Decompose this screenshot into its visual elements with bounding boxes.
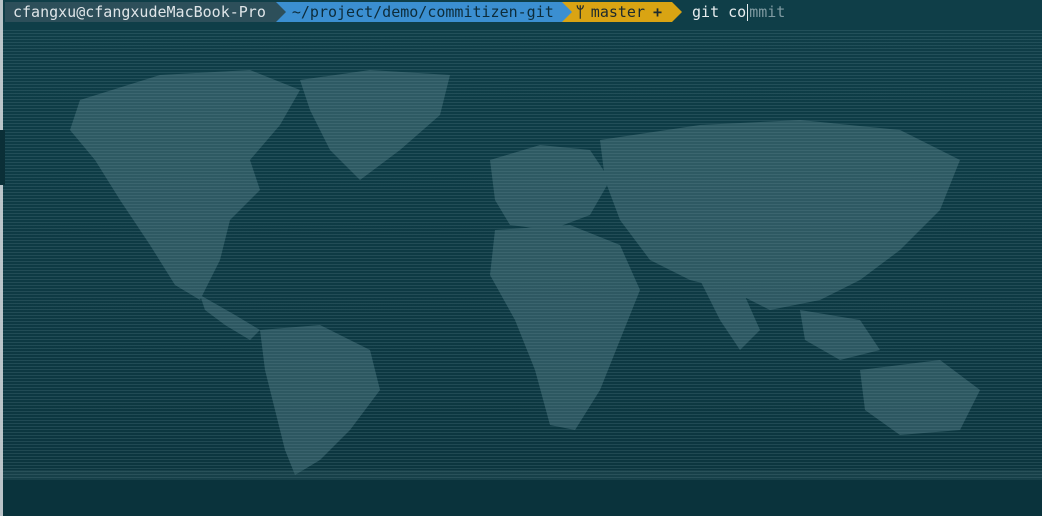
prompt-path: ~/project/demo/commitizen-git: [291, 3, 554, 21]
git-branch-name: master: [590, 3, 645, 21]
prompt-path-segment: ~/project/demo/commitizen-git: [275, 2, 572, 22]
segment-separator-arrow: [561, 2, 572, 22]
window-resize-handle[interactable]: [0, 130, 5, 185]
world-map-background: [0, 30, 1042, 490]
segment-separator-arrow: [672, 2, 683, 22]
prompt-user-host-segment: cfangxu@cfangxudeMacBook-Pro: [5, 2, 286, 22]
window-left-edge: [0, 0, 3, 516]
terminal-window[interactable]: cfangxu@cfangxudeMacBook-Pro ~/project/d…: [0, 0, 1042, 516]
command-typed-text: git co: [692, 3, 747, 21]
prompt-user-host: cfangxu@cfangxudeMacBook-Pro: [13, 3, 266, 21]
branch-icon: ᛘ: [575, 3, 585, 21]
prompt-git-segment: ᛘ master +: [561, 2, 683, 22]
bottom-band: [0, 480, 1042, 516]
plus-icon: +: [652, 3, 663, 21]
prompt-line: cfangxu@cfangxudeMacBook-Pro ~/project/d…: [5, 2, 785, 22]
command-input[interactable]: git co mmit: [692, 3, 785, 21]
segment-separator-arrow: [275, 2, 286, 22]
command-autosuggestion: mmit: [749, 3, 786, 21]
